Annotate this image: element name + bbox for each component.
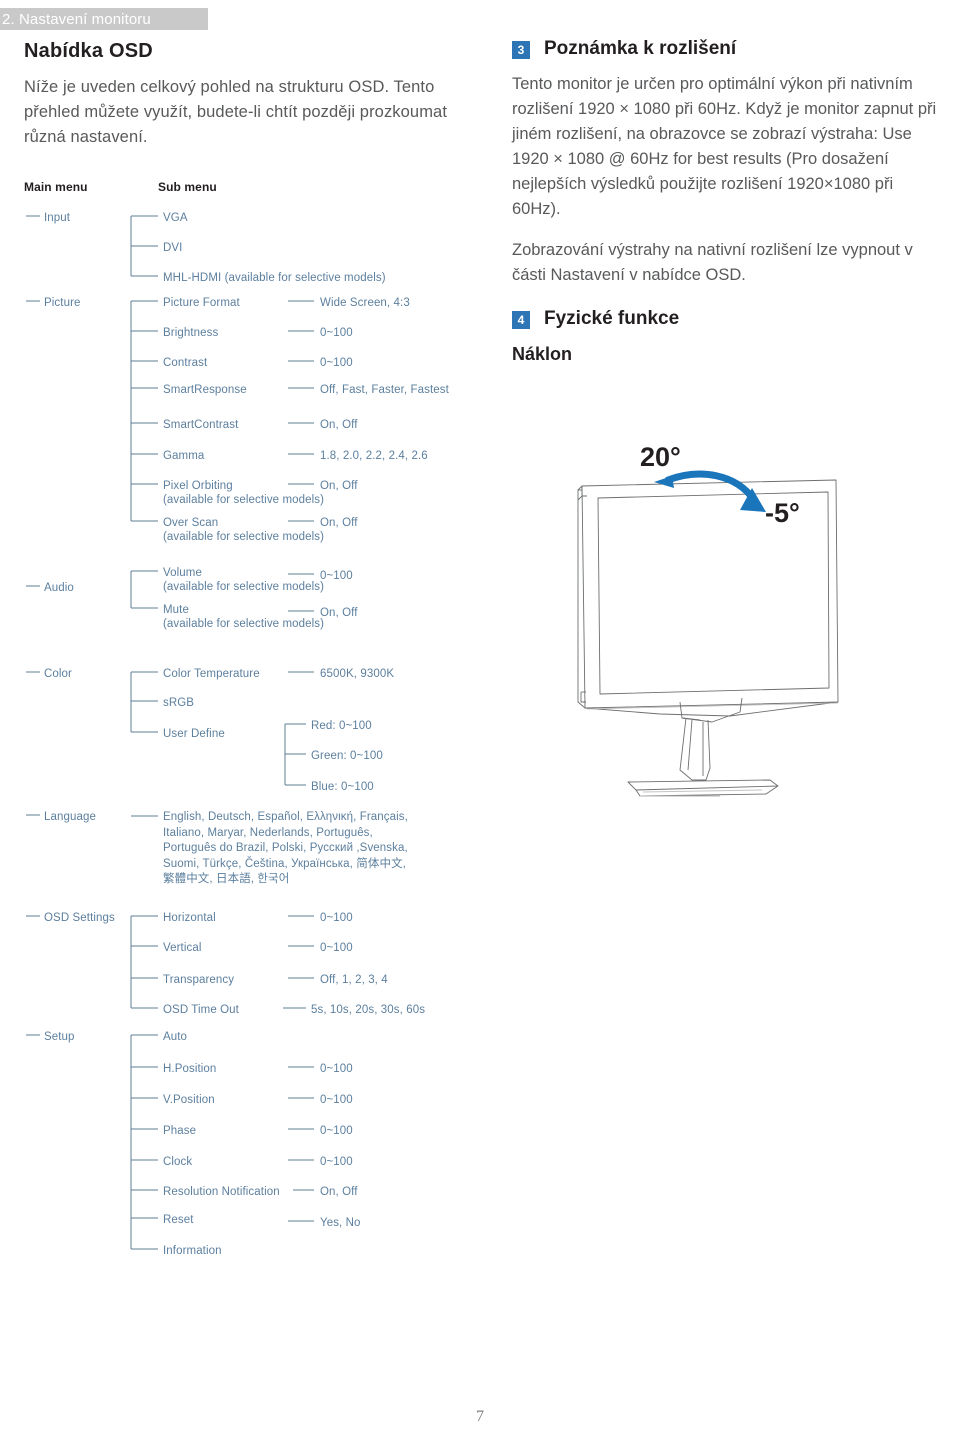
tree-value-horizontal: 0~100 [320, 912, 353, 924]
tree-sub-user-define: User Define [163, 728, 225, 740]
tree-main-audio: Audio [44, 582, 74, 594]
tree-value-reset: Yes, No [320, 1217, 361, 1229]
tree-value-blue: Blue: 0~100 [311, 781, 374, 793]
tree-sub-brightness: Brightness [163, 327, 219, 339]
tree-main-language: Language [44, 811, 96, 823]
tree-sub-mhl-hdmi: MHL-HDMI (available for selective models… [163, 272, 386, 284]
tree-main-osd-settings: OSD Settings [44, 912, 115, 924]
tree-sub-color-temperature: Color Temperature [163, 668, 260, 680]
note-3-badge: 3 [512, 41, 530, 59]
tree-main-setup: Setup [44, 1031, 75, 1043]
tree-sub-phase: Phase [163, 1125, 197, 1137]
tree-value-pixel-orbiting: On, Off [320, 480, 358, 492]
intro-paragraph: Níže je uveden celkový pohled na struktu… [24, 78, 448, 146]
note-3-paragraph-2: Zobrazování výstrahy na nativní rozlišen… [512, 241, 913, 284]
monitor-drawing [577, 470, 839, 797]
tree-sub-smartresponse: SmartResponse [163, 384, 247, 396]
tree-sub-v-position: V.Position [163, 1094, 215, 1106]
note-4-title: Fyzické funkce [544, 308, 680, 329]
tree-sub-volume-note: (available for selective models) [163, 581, 325, 593]
page-number: 7 [476, 1408, 484, 1425]
tree-sub-transparency: Transparency [163, 974, 235, 986]
page-title: Nabídka OSD [24, 40, 153, 62]
chapter-header-text: 2. Nastavení monitoru [2, 10, 151, 28]
chapter-header-bar: 2. Nastavení monitoru [0, 8, 208, 30]
tree-sub-dvi: DVI [163, 242, 183, 254]
tree-value-language-list: English, Deutsch, Español, Ελληνική, Fra… [163, 811, 408, 885]
tree-value-clock: 0~100 [320, 1156, 353, 1168]
tree-value-contrast: 0~100 [320, 357, 353, 369]
monitor-tilt-illustration: 20° -5° [540, 430, 960, 830]
tree-sub-over-scan: Over Scan [163, 517, 219, 529]
tree-main-input: Input [44, 212, 71, 224]
tree-sub-mute: Mute [163, 604, 189, 616]
tree-value-picture-format: Wide Screen, 4:3 [320, 297, 410, 309]
tree-value-over-scan: On, Off [320, 517, 358, 529]
tree-sub-gamma: Gamma [163, 450, 205, 462]
tree-sub-osd-time-out: OSD Time Out [163, 1004, 239, 1016]
tree-value-gamma: 1.8, 2.0, 2.2, 2.4, 2.6 [320, 450, 428, 462]
tree-value-phase: 0~100 [320, 1125, 353, 1137]
tree-value-smartresponse: Off, Fast, Faster, Fastest [320, 384, 449, 396]
document-page: 2. Nastavení monitoru Nabídka OSD Níže j… [0, 0, 960, 1453]
tilt-angle-up-label: 20° [640, 442, 681, 472]
tree-value-red: Red: 0~100 [311, 720, 372, 732]
tree-sub-pixel-orbiting: Pixel Orbiting [163, 480, 233, 492]
tree-value-smartcontrast: On, Off [320, 419, 358, 431]
tree-sub-over-scan-note: (available for selective models) [163, 531, 325, 543]
tree-sub-pixel-orbiting-note: (available for selective models) [163, 494, 325, 506]
tree-sub-smartcontrast: SmartContrast [163, 419, 239, 431]
tree-sub-auto: Auto [163, 1031, 188, 1043]
tree-sub-volume: Volume [163, 567, 202, 579]
tree-value-mute: On, Off [320, 607, 358, 619]
tree-value-green: Green: 0~100 [311, 750, 383, 762]
tree-col-sub-header: Sub menu [158, 180, 217, 194]
tree-sub-horizontal: Horizontal [163, 912, 216, 924]
tree-value-vertical: 0~100 [320, 942, 353, 954]
tree-sub-picture-format: Picture Format [163, 297, 240, 309]
right-column: 3 Poznámka k rozlišení Tento monitor je … [512, 38, 942, 365]
tree-sub-vertical: Vertical [163, 942, 202, 954]
left-column: Nabídka OSD Níže je uveden celkový pohle… [24, 40, 484, 150]
tree-sub-srgb: sRGB [163, 697, 195, 709]
tree-col-main-header: Main menu [24, 180, 88, 194]
tree-value-v-position: 0~100 [320, 1094, 353, 1106]
tree-value-brightness: 0~100 [320, 327, 353, 339]
tree-main-picture: Picture [44, 297, 81, 309]
tilt-heading: Náklon [512, 344, 573, 364]
tilt-angle-down-label: -5° [765, 498, 800, 528]
tree-value-volume: 0~100 [320, 570, 353, 582]
tree-value-color-temperature: 6500K, 9300K [320, 668, 395, 680]
note-4-heading: 4 Fyzické funkce [512, 308, 942, 330]
note-3-heading: 3 Poznámka k rozlišení [512, 38, 942, 60]
tree-sub-vga: VGA [163, 212, 188, 224]
note-3-title: Poznámka k rozlišení [544, 38, 737, 59]
tilt-arrow-icon [654, 470, 766, 512]
tree-sub-reset: Reset [163, 1214, 194, 1226]
tree-sub-information: Information [163, 1245, 222, 1257]
tree-sub-h-position: H.Position [163, 1063, 217, 1075]
tree-sub-contrast: Contrast [163, 357, 208, 369]
tree-value-resolution-notification: On, Off [320, 1186, 358, 1198]
tree-sub-mute-note: (available for selective models) [163, 618, 325, 630]
note-3-paragraph-1: Tento monitor je určen pro optimální výk… [512, 75, 937, 218]
tree-sub-resolution-notification: Resolution Notification [163, 1186, 280, 1198]
tree-value-transparency: Off, 1, 2, 3, 4 [320, 974, 388, 986]
tree-sub-clock: Clock [163, 1156, 193, 1168]
tree-value-h-position: 0~100 [320, 1063, 353, 1075]
tree-main-color: Color [44, 668, 72, 680]
note-4-badge: 4 [512, 311, 530, 329]
tree-value-osd-time-out: 5s, 10s, 20s, 30s, 60s [311, 1004, 426, 1016]
